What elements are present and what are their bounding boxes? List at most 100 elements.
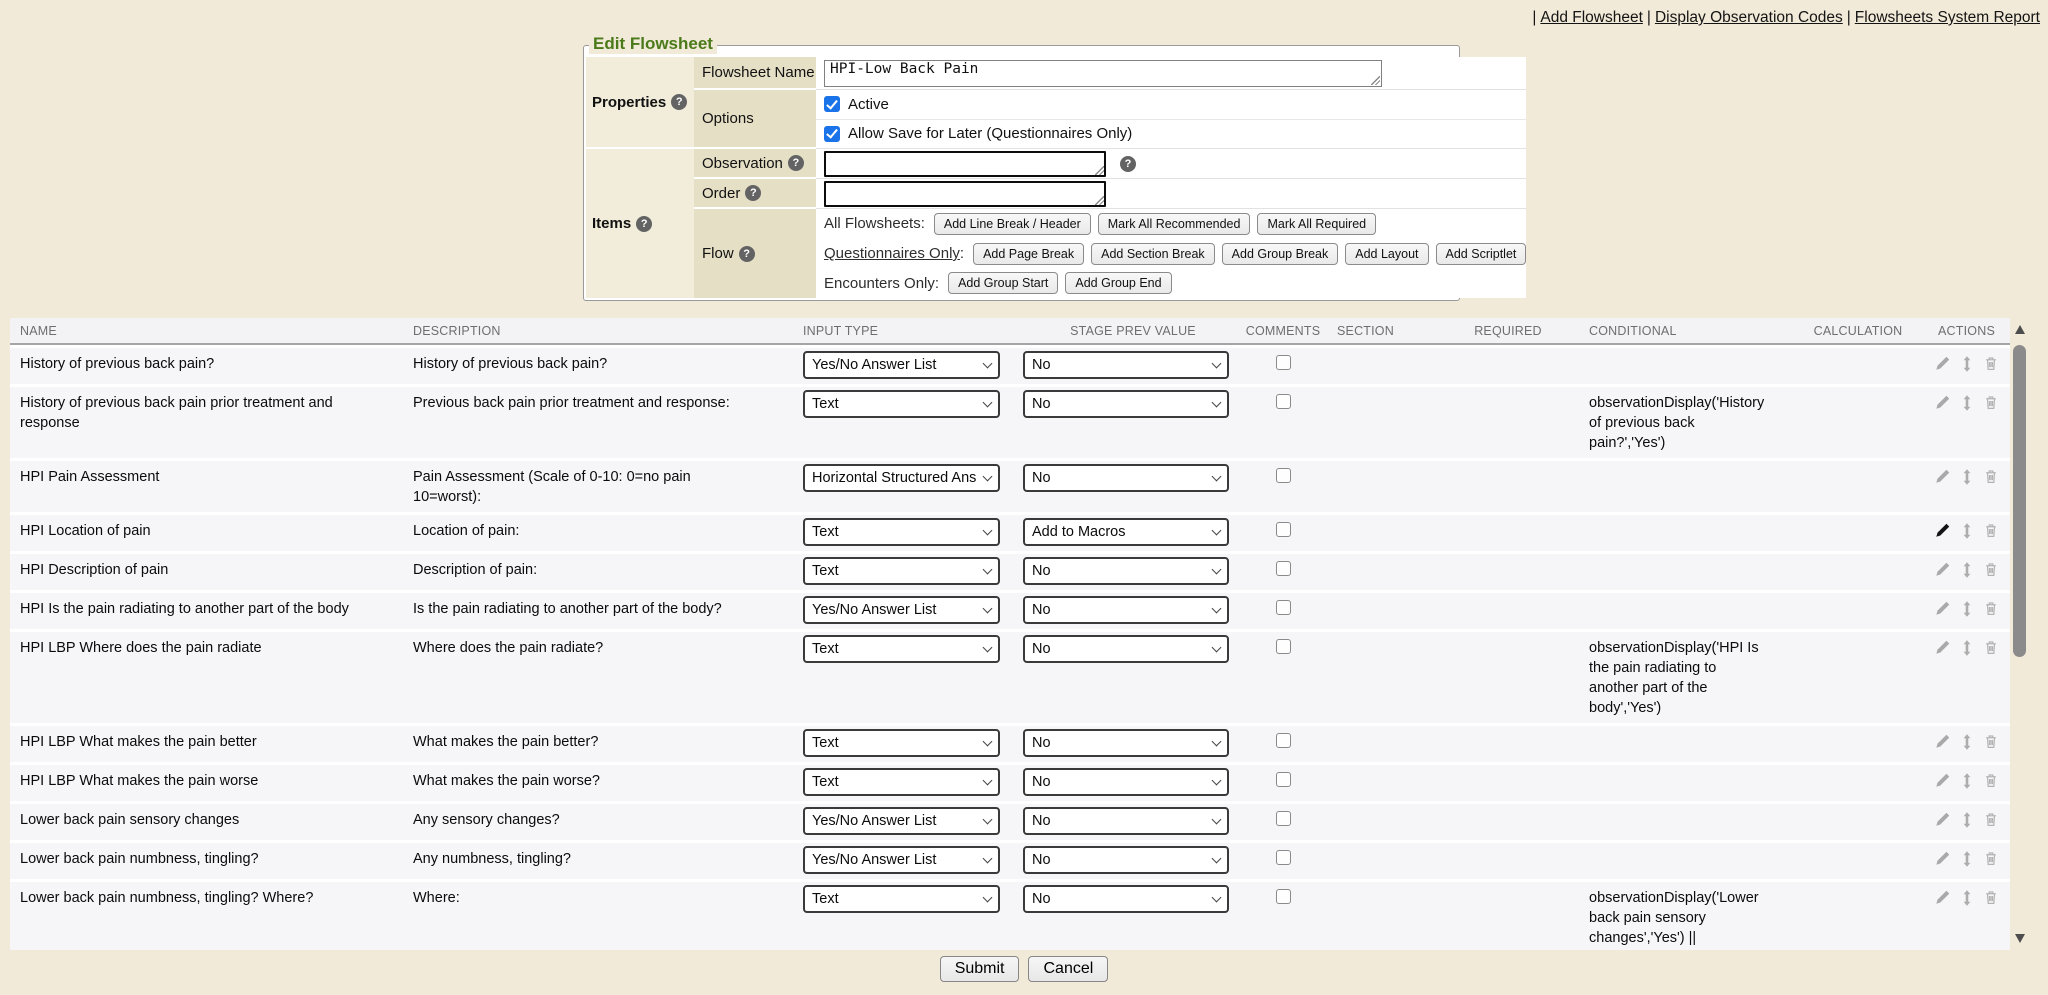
input-type-select[interactable]: Yes/No Answer List <box>803 846 1000 874</box>
edit-icon[interactable] <box>1935 601 1950 624</box>
edit-icon[interactable] <box>1935 773 1950 796</box>
mark-all-recommended-button[interactable]: Mark All Recommended <box>1098 213 1251 235</box>
edit-icon[interactable] <box>1935 469 1950 507</box>
stage-prev-value-select[interactable]: No <box>1023 807 1229 835</box>
link-display-observation-codes[interactable]: Display Observation Codes <box>1655 9 1843 26</box>
stage-prev-value-select[interactable]: No <box>1023 635 1229 663</box>
add-group-start-button[interactable]: Add Group Start <box>948 272 1058 294</box>
comments-checkbox[interactable] <box>1276 889 1291 904</box>
edit-icon[interactable] <box>1935 851 1950 874</box>
scrollbar-up-arrow-icon[interactable] <box>2015 325 2025 334</box>
comments-checkbox[interactable] <box>1276 772 1291 787</box>
delete-icon[interactable] <box>1984 890 1998 950</box>
edit-icon[interactable] <box>1935 562 1950 585</box>
edit-icon[interactable] <box>1935 523 1950 546</box>
delete-icon[interactable] <box>1984 601 1998 624</box>
move-updown-icon[interactable] <box>1961 851 1973 874</box>
input-type-select[interactable]: Text <box>803 885 1000 913</box>
comments-checkbox[interactable] <box>1276 811 1291 826</box>
move-updown-icon[interactable] <box>1961 890 1973 950</box>
comments-checkbox[interactable] <box>1276 468 1291 483</box>
comments-checkbox[interactable] <box>1276 600 1291 615</box>
stage-prev-value-select[interactable]: Add to Macros <box>1023 518 1229 546</box>
mark-all-required-button[interactable]: Mark All Required <box>1257 213 1376 235</box>
resize-handle-icon[interactable] <box>1371 76 1380 85</box>
move-updown-icon[interactable] <box>1961 562 1973 585</box>
link-flowsheets-system-report[interactable]: Flowsheets System Report <box>1855 9 2040 26</box>
input-type-select[interactable]: Text <box>803 729 1000 757</box>
comments-checkbox[interactable] <box>1276 394 1291 409</box>
move-updown-icon[interactable] <box>1961 601 1973 624</box>
move-updown-icon[interactable] <box>1961 469 1973 507</box>
add-section-break-button[interactable]: Add Section Break <box>1091 243 1215 265</box>
add-group-end-button[interactable]: Add Group End <box>1065 272 1171 294</box>
input-type-select[interactable]: Text <box>803 768 1000 796</box>
comments-checkbox[interactable] <box>1276 639 1291 654</box>
move-updown-icon[interactable] <box>1961 395 1973 453</box>
stage-prev-value-select[interactable]: No <box>1023 846 1229 874</box>
input-type-select[interactable]: Horizontal Structured Ans <box>803 464 1000 492</box>
observation-help-icon[interactable] <box>1120 156 1136 172</box>
add-page-break-button[interactable]: Add Page Break <box>973 243 1084 265</box>
comments-checkbox[interactable] <box>1276 850 1291 865</box>
input-type-select[interactable]: Yes/No Answer List <box>803 807 1000 835</box>
move-updown-icon[interactable] <box>1961 734 1973 757</box>
input-type-select[interactable]: Text <box>803 635 1000 663</box>
delete-icon[interactable] <box>1984 562 1998 585</box>
scrollbar-thumb[interactable] <box>2013 345 2026 657</box>
delete-icon[interactable] <box>1984 356 1998 379</box>
flowsheet-name-input[interactable]: HPI-Low Back Pain <box>824 60 1382 87</box>
link-add-flowsheet[interactable]: Add Flowsheet <box>1540 9 1643 26</box>
input-type-select[interactable]: Text <box>803 518 1000 546</box>
comments-checkbox[interactable] <box>1276 355 1291 370</box>
observation-input[interactable] <box>824 151 1106 177</box>
order-label-help-icon[interactable] <box>745 185 761 201</box>
stage-prev-value-select[interactable]: No <box>1023 596 1229 624</box>
add-layout-button[interactable]: Add Layout <box>1345 243 1428 265</box>
edit-icon[interactable] <box>1935 734 1950 757</box>
input-type-select[interactable]: Text <box>803 390 1000 418</box>
delete-icon[interactable] <box>1984 469 1998 507</box>
input-type-select[interactable]: Text <box>803 557 1000 585</box>
edit-icon[interactable] <box>1935 356 1950 379</box>
input-type-select[interactable]: Yes/No Answer List <box>803 596 1000 624</box>
stage-prev-value-select[interactable]: No <box>1023 351 1229 379</box>
edit-icon[interactable] <box>1935 640 1950 718</box>
stage-prev-value-select[interactable]: No <box>1023 768 1229 796</box>
submit-button[interactable]: Submit <box>940 956 1020 982</box>
items-help-icon[interactable] <box>636 216 652 232</box>
comments-checkbox[interactable] <box>1276 561 1291 576</box>
move-updown-icon[interactable] <box>1961 773 1973 796</box>
flow-label-help-icon[interactable] <box>739 246 755 262</box>
resize-handle-icon[interactable] <box>1095 196 1104 205</box>
stage-prev-value-select[interactable]: No <box>1023 729 1229 757</box>
delete-icon[interactable] <box>1984 640 1998 718</box>
active-checkbox[interactable] <box>824 96 840 112</box>
edit-icon[interactable] <box>1935 890 1950 950</box>
cancel-button[interactable]: Cancel <box>1028 956 1108 982</box>
resize-handle-icon[interactable] <box>1095 166 1104 175</box>
delete-icon[interactable] <box>1984 851 1998 874</box>
stage-prev-value-select[interactable]: No <box>1023 390 1229 418</box>
edit-icon[interactable] <box>1935 812 1950 835</box>
add-group-break-button[interactable]: Add Group Break <box>1222 243 1339 265</box>
comments-checkbox[interactable] <box>1276 522 1291 537</box>
delete-icon[interactable] <box>1984 395 1998 453</box>
allow-save-later-checkbox[interactable] <box>824 126 840 142</box>
add-line-break-header-button[interactable]: Add Line Break / Header <box>934 213 1091 235</box>
move-updown-icon[interactable] <box>1961 523 1973 546</box>
delete-icon[interactable] <box>1984 812 1998 835</box>
stage-prev-value-select[interactable]: No <box>1023 885 1229 913</box>
stage-prev-value-select[interactable]: No <box>1023 557 1229 585</box>
move-updown-icon[interactable] <box>1961 812 1973 835</box>
scrollbar-down-arrow-icon[interactable] <box>2015 934 2025 943</box>
properties-help-icon[interactable] <box>671 94 687 110</box>
input-type-select[interactable]: Yes/No Answer List <box>803 351 1000 379</box>
move-updown-icon[interactable] <box>1961 640 1973 718</box>
delete-icon[interactable] <box>1984 734 1998 757</box>
delete-icon[interactable] <box>1984 773 1998 796</box>
add-scriptlet-button[interactable]: Add Scriptlet <box>1436 243 1527 265</box>
observation-label-help-icon[interactable] <box>788 155 804 171</box>
edit-icon[interactable] <box>1935 395 1950 453</box>
delete-icon[interactable] <box>1984 523 1998 546</box>
